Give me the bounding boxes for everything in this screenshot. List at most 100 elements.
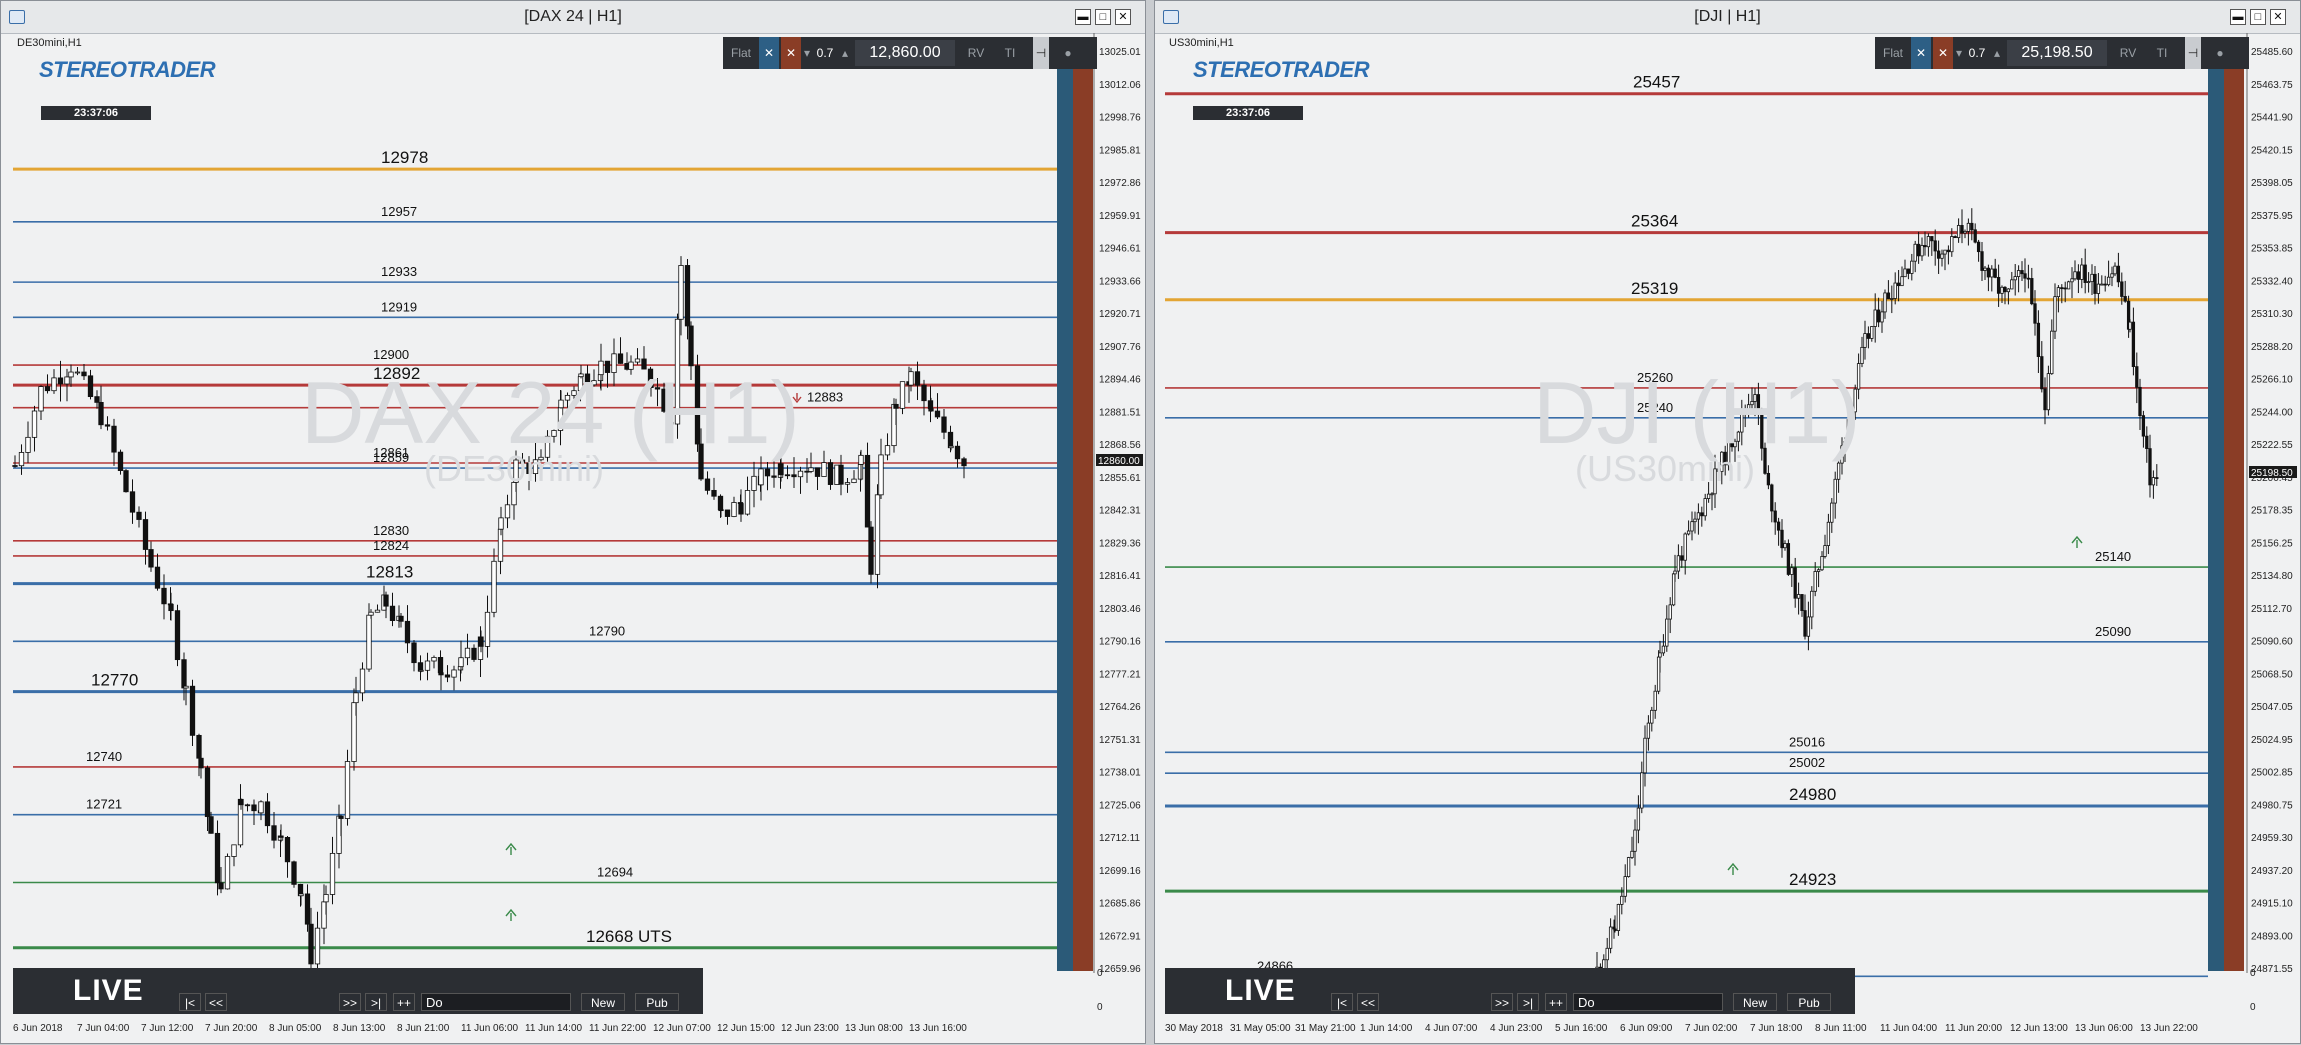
new-button[interactable]: New [581,993,625,1011]
candle-body [142,519,149,550]
left-titlebar[interactable]: [DAX 24 | H1] ▬ □ ✕ [1,1,1145,34]
rv-button[interactable]: RV [961,37,991,69]
minimize-icon[interactable]: ▬ [2230,9,2246,25]
candle-body [344,761,351,819]
left-chart-area[interactable]: 12978 12957 12933 12919 12900 12892 12883 12861… [1,33,1145,1045]
candle-body [68,371,74,378]
maximize-icon[interactable]: □ [1095,9,1111,25]
close-icon[interactable]: ✕ [1115,9,1131,25]
candle-body [323,894,329,903]
last-bar-button[interactable]: >| [365,993,387,1011]
volume-up-icon[interactable]: ▴ [1991,37,2003,69]
time-axis-label: 5 Jun 16:00 [1555,1023,1608,1034]
scroll-back-button[interactable]: << [1357,993,1379,1011]
candle-body [1676,555,1681,572]
candle-body [2151,477,2156,486]
cancel-orders-button[interactable]: ✕ [1933,37,1953,69]
price-axis-label: 12985.81 [1099,145,1141,156]
close-position-button[interactable]: ✕ [759,37,779,69]
pin-icon[interactable]: ⊣ [1033,37,1049,69]
volume-input[interactable]: 0.7 [811,37,839,69]
close-icon[interactable]: ✕ [2270,9,2286,25]
price-axis-label: 24980.75 [2251,800,2293,811]
candle-body [1706,493,1711,499]
price-axis-label: 12699.16 [1099,866,1141,877]
ti-button[interactable]: TI [995,37,1025,69]
candle-body [2093,273,2097,294]
first-bar-button[interactable]: |< [1331,993,1353,1011]
add-button[interactable]: ++ [393,993,415,1011]
candle-body [214,832,221,884]
price-field[interactable]: 25,198.50 [2007,40,2107,66]
candle-body [471,647,477,660]
candle-body [1863,333,1867,348]
rv-button[interactable]: RV [2113,37,2143,69]
current-price-tag: 25198.50 [2251,468,2293,479]
time-axis-label: 6 Jun 09:00 [1620,1023,1673,1034]
volume-input[interactable]: 0.7 [1963,37,1991,69]
time-axis-label: 12 Jun 23:00 [781,1023,839,1034]
flat-button[interactable]: Flat [723,37,759,69]
pub-button[interactable]: Pub [1787,993,1831,1011]
candle-body [864,454,871,528]
first-bar-button[interactable]: |< [179,993,201,1011]
candle-body [1796,594,1801,599]
stereotrader-logo: STEREOTRADER [1193,57,1370,83]
right-chart-area[interactable]: 25457 25364 25319 25260 25240 25140 25090 25016… [1155,33,2300,1045]
volume-up-icon[interactable]: ▴ [839,37,851,69]
add-button[interactable]: ++ [1545,993,1567,1011]
maximize-icon[interactable]: □ [2250,9,2266,25]
toggle-icon[interactable]: ● [2207,37,2233,69]
indicator-axis-bottom: 0 [2250,1002,2256,1013]
command-input[interactable]: Do [1573,993,1723,1011]
price-axis-label: 12959.91 [1099,211,1141,222]
price-axis-label: 25441.90 [2251,113,2293,124]
time-axis-label: 4 Jun 23:00 [1490,1023,1543,1034]
candle-body [1916,243,1921,257]
trade-toolbar: Flat ✕ ✕ ▾ 0.7 ▴ 25,198.50 RV TI ⊣ ● [1875,37,2249,69]
pub-button[interactable]: Pub [635,993,679,1011]
flat-button[interactable]: Flat [1875,37,1911,69]
candle-body [1700,512,1704,517]
right-titlebar[interactable]: [DJI | H1] ▬ □ ✕ [1155,1,2300,34]
scroll-forward-button[interactable]: >> [1491,993,1513,1011]
last-bar-button[interactable]: >| [1517,993,1539,1011]
candle-body [2070,278,2074,283]
level-label: 25364 [1631,212,1678,231]
candle-body [74,371,81,374]
cancel-orders-button[interactable]: ✕ [781,37,801,69]
scroll-back-button[interactable]: << [205,993,227,1011]
candle-body [899,381,906,409]
candle-body [1766,472,1771,486]
candle-body [744,490,751,515]
ti-button[interactable]: TI [2147,37,2177,69]
symbol-label: DE30mini,H1 [17,37,82,49]
candle-body [2063,287,2067,290]
candle-body [1810,590,1814,618]
candle-body [1920,245,1924,257]
price-field[interactable]: 12,860.00 [855,40,955,66]
candle-body [1913,243,1917,262]
minimize-icon[interactable]: ▬ [1075,9,1091,25]
price-axis-label: 25068.50 [2251,669,2293,680]
close-position-button[interactable]: ✕ [1911,37,1931,69]
candle-body [2083,264,2087,283]
scroll-forward-button[interactable]: >> [339,993,361,1011]
left-chart-svg[interactable]: 1297812957129331291912900128921288312861… [1,33,1145,1045]
new-button[interactable]: New [1733,993,1777,1011]
candle-body [1613,928,1617,931]
candle-body [948,445,954,449]
candle-body [1690,521,1694,532]
candle-body [374,609,381,613]
right-chart-svg[interactable]: 2545725364253192526025240251402509025016… [1155,33,2300,1045]
candle-body [821,462,827,477]
pin-icon[interactable]: ⊣ [2185,37,2201,69]
toggle-icon[interactable]: ● [1055,37,1081,69]
level-label: 12824 [373,538,409,553]
candle-body [1873,309,1877,327]
candle-body [94,396,100,403]
candle-body [2148,448,2152,486]
command-input[interactable]: Do [421,993,571,1011]
left-chart-window: [DAX 24 | H1] ▬ □ ✕ 12978 12957 12933 12919… [0,0,1146,1044]
candle-body [424,660,431,671]
